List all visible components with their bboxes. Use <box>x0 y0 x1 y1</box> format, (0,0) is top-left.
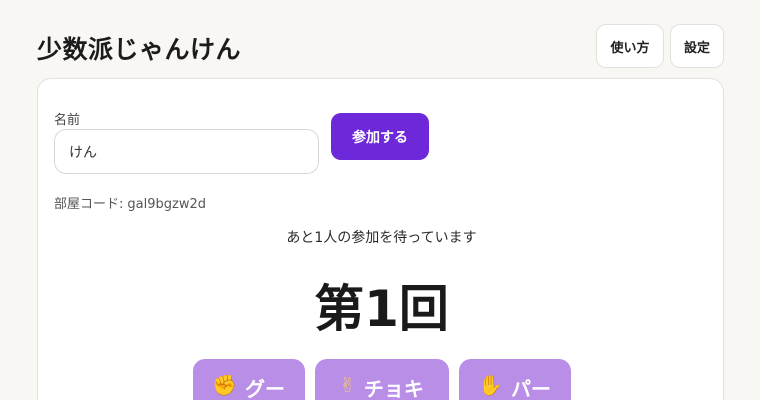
victory-hand-icon: ✌ <box>339 373 356 397</box>
paper-label: パー <box>510 377 551 400</box>
paper-button[interactable]: ✋ パー <box>458 359 571 400</box>
rock-button[interactable]: ✊ グー <box>192 359 305 400</box>
status-text: あと1人の参加を待っています <box>286 230 477 246</box>
header: 少数派じゃんけん 使い方 設定 <box>0 0 760 80</box>
game-card: 名前 参加する 部屋コード:gal9bgzw2d あと1人の参加を待っています … <box>37 78 724 400</box>
name-input[interactable] <box>54 129 319 174</box>
rock-label: グー <box>244 377 285 400</box>
fist-icon: ✊ <box>212 373 237 397</box>
room-code: 部屋コード: gal9bgzw2d <box>54 193 206 212</box>
hand-buttons: ✊ グー ✌ チョキ ✋ パー <box>38 359 725 400</box>
room-code-value: gal9bgzw2d <box>127 197 206 212</box>
round-title: 第1回 <box>314 280 449 338</box>
how-to-button[interactable]: 使い方 <box>596 24 664 68</box>
scissors-button[interactable]: ✌ チョキ <box>314 359 449 400</box>
settings-button[interactable]: 設定 <box>670 24 724 68</box>
scissors-label: チョキ <box>363 377 424 400</box>
name-label: 名前 <box>54 113 81 128</box>
app: 少数派じゃんけん 使い方 設定 名前 参加する 部屋コード:gal9bgzw2d… <box>0 0 760 400</box>
open-hand-icon: ✋ <box>478 373 503 397</box>
room-code-label: 部屋コード: <box>54 197 124 212</box>
join-button[interactable]: 参加する <box>331 113 429 160</box>
page-title: 少数派じゃんけん <box>37 35 242 64</box>
